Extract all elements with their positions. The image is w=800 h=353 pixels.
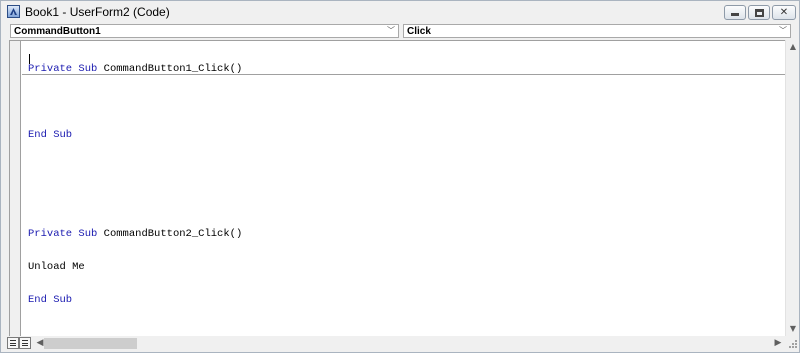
maximize-button[interactable] [748, 5, 770, 20]
code-line: Private Sub CommandButton2_Click() [28, 229, 784, 240]
scroll-down-arrow-icon[interactable]: ▼ [786, 322, 800, 336]
keyword-private: Private [28, 228, 73, 240]
code-editor[interactable]: Private Sub CommandButton1_Click() End S… [9, 40, 785, 337]
minimize-icon [731, 13, 739, 16]
vba-app-icon [7, 5, 20, 18]
resize-grip-icon[interactable] [787, 338, 799, 350]
procedure-name: CommandButton2_Click() [103, 228, 243, 240]
maximize-icon [754, 9, 764, 17]
close-icon: ✕ [779, 7, 789, 18]
procedure-dropdown-value: Click [407, 26, 431, 37]
object-dropdown-value: CommandButton1 [14, 26, 101, 37]
text-cursor [29, 54, 30, 64]
full-module-view-button[interactable] [19, 337, 31, 349]
keyword-sub: Sub [78, 228, 98, 240]
code-line: End Sub [28, 295, 784, 306]
margin-indicator-bar[interactable] [10, 41, 21, 337]
keyword-end-sub: End Sub [28, 294, 73, 306]
code-text[interactable]: Private Sub CommandButton1_Click() End S… [28, 42, 784, 328]
procedure-separator [22, 74, 785, 75]
full-module-view-icon [22, 340, 28, 346]
bottom-bar: ◀ ▶ [1, 336, 799, 352]
procedure-view-icon [10, 340, 16, 346]
statement: Unload Me [28, 261, 85, 273]
window-title: Book1 - UserForm2 (Code) [25, 5, 170, 19]
code-line: End Sub [28, 130, 784, 141]
procedure-view-button[interactable] [7, 337, 19, 349]
code-line: Unload Me [28, 262, 784, 273]
vertical-scrollbar[interactable]: ▲ ▼ [785, 40, 799, 336]
keyword-end-sub: End Sub [28, 129, 73, 141]
scroll-right-arrow-icon[interactable]: ▶ [771, 336, 785, 350]
chevron-down-icon[interactable]: ﹀ [778, 25, 788, 37]
close-button[interactable]: ✕ [772, 5, 796, 20]
procedure-dropdown[interactable]: Click ﹀ [403, 24, 791, 38]
title-bar[interactable]: Book1 - UserForm2 (Code) ✕ [1, 1, 799, 22]
object-dropdown[interactable]: CommandButton1 ﹀ [10, 24, 399, 38]
scroll-up-arrow-icon[interactable]: ▲ [786, 40, 800, 54]
horizontal-scrollbar[interactable]: ◀ ▶ [33, 336, 785, 350]
minimize-button[interactable] [724, 5, 746, 20]
code-window: Book1 - UserForm2 (Code) ✕ CommandButton… [0, 0, 800, 353]
horizontal-scroll-thumb[interactable] [44, 338, 137, 349]
chevron-down-icon[interactable]: ﹀ [386, 25, 396, 37]
